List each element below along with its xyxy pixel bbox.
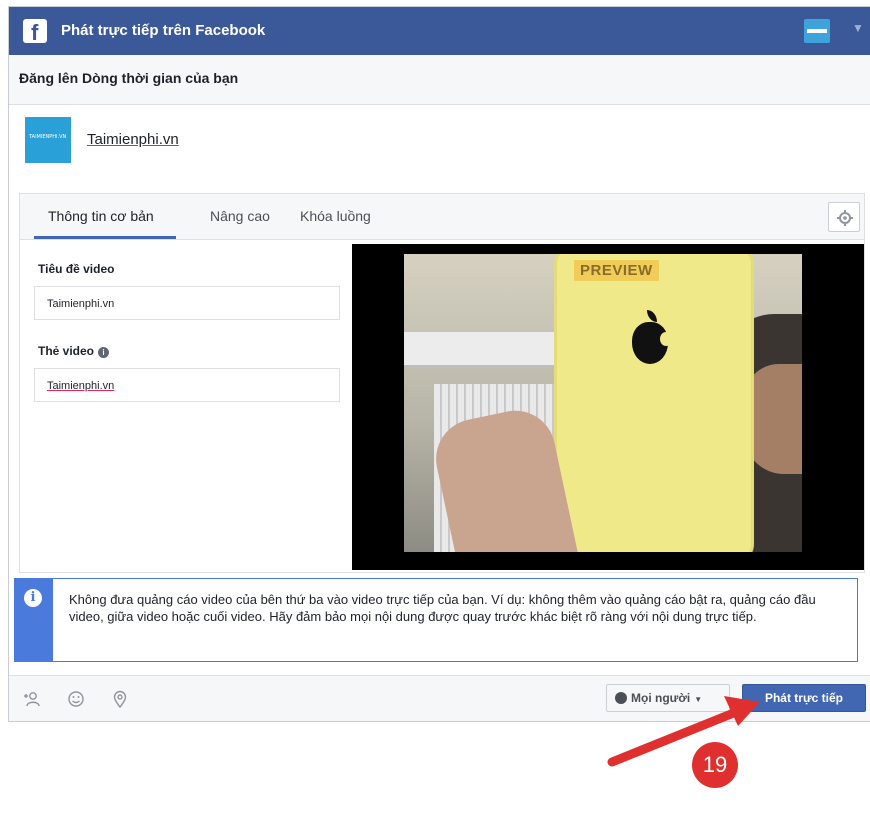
step-number-badge: 19 xyxy=(692,742,738,788)
gear-icon xyxy=(837,210,853,226)
notice-accent-strip: i xyxy=(15,579,53,661)
notice-text: Không đưa quảng cáo video của bên thứ ba… xyxy=(69,592,816,624)
tab-advanced[interactable]: Nâng cao xyxy=(210,208,270,224)
profile-switcher-avatar[interactable] xyxy=(804,19,830,43)
settings-tabs: Thông tin cơ bản Nâng cao Khóa luồng xyxy=(20,194,864,240)
video-tags-label: Thẻ video i xyxy=(38,344,110,358)
facebook-logo-icon xyxy=(23,19,47,46)
live-settings-panel: Thông tin cơ bản Nâng cao Khóa luồng Tiê… xyxy=(19,193,865,573)
go-live-button[interactable]: Phát trực tiếp xyxy=(742,684,866,712)
video-title-label: Tiêu đề video xyxy=(38,262,115,276)
page-avatar xyxy=(25,117,71,163)
dialog-header: Phát trực tiếp trên Facebook ▼ xyxy=(9,7,870,55)
settings-button[interactable] xyxy=(828,202,860,232)
chevron-down-icon[interactable]: ▼ xyxy=(852,21,864,35)
audience-label: Mọi người xyxy=(631,691,691,705)
active-tab-indicator xyxy=(34,236,176,239)
tag-people-icon[interactable] xyxy=(23,690,41,708)
chevron-down-icon: ▼ xyxy=(694,695,703,704)
ads-policy-notice: i Không đưa quảng cáo video của bên thứ … xyxy=(14,578,858,662)
post-destination-bar: Đăng lên Dòng thời gian của bạn xyxy=(9,55,870,105)
globe-icon xyxy=(615,692,627,704)
audience-selector[interactable]: Mọi người ▼ xyxy=(606,684,730,712)
location-icon[interactable] xyxy=(111,690,129,708)
feeling-icon[interactable] xyxy=(67,690,85,708)
preview-badge: PREVIEW xyxy=(574,260,659,281)
dialog-title: Phát trực tiếp trên Facebook xyxy=(61,22,266,39)
tab-basic-info[interactable]: Thông tin cơ bản xyxy=(48,208,154,224)
dialog-footer: Mọi người ▼ Phát trực tiếp xyxy=(9,675,870,721)
video-tags-input[interactable]: Taimienphi.vn xyxy=(34,368,340,402)
apple-logo-icon xyxy=(632,310,672,364)
page-name: Taimienphi.vn xyxy=(87,131,179,148)
video-preview: PREVIEW xyxy=(352,244,864,570)
video-tags-label-text: Thẻ video xyxy=(38,344,95,358)
post-destination-title[interactable]: Đăng lên Dòng thời gian của bạn xyxy=(19,70,238,86)
tab-stream-lock[interactable]: Khóa luồng xyxy=(300,208,371,224)
video-title-input[interactable]: Taimienphi.vn xyxy=(34,286,340,320)
info-icon: i xyxy=(24,589,42,607)
camera-feed: PREVIEW xyxy=(404,254,802,552)
info-icon[interactable]: i xyxy=(98,347,110,358)
